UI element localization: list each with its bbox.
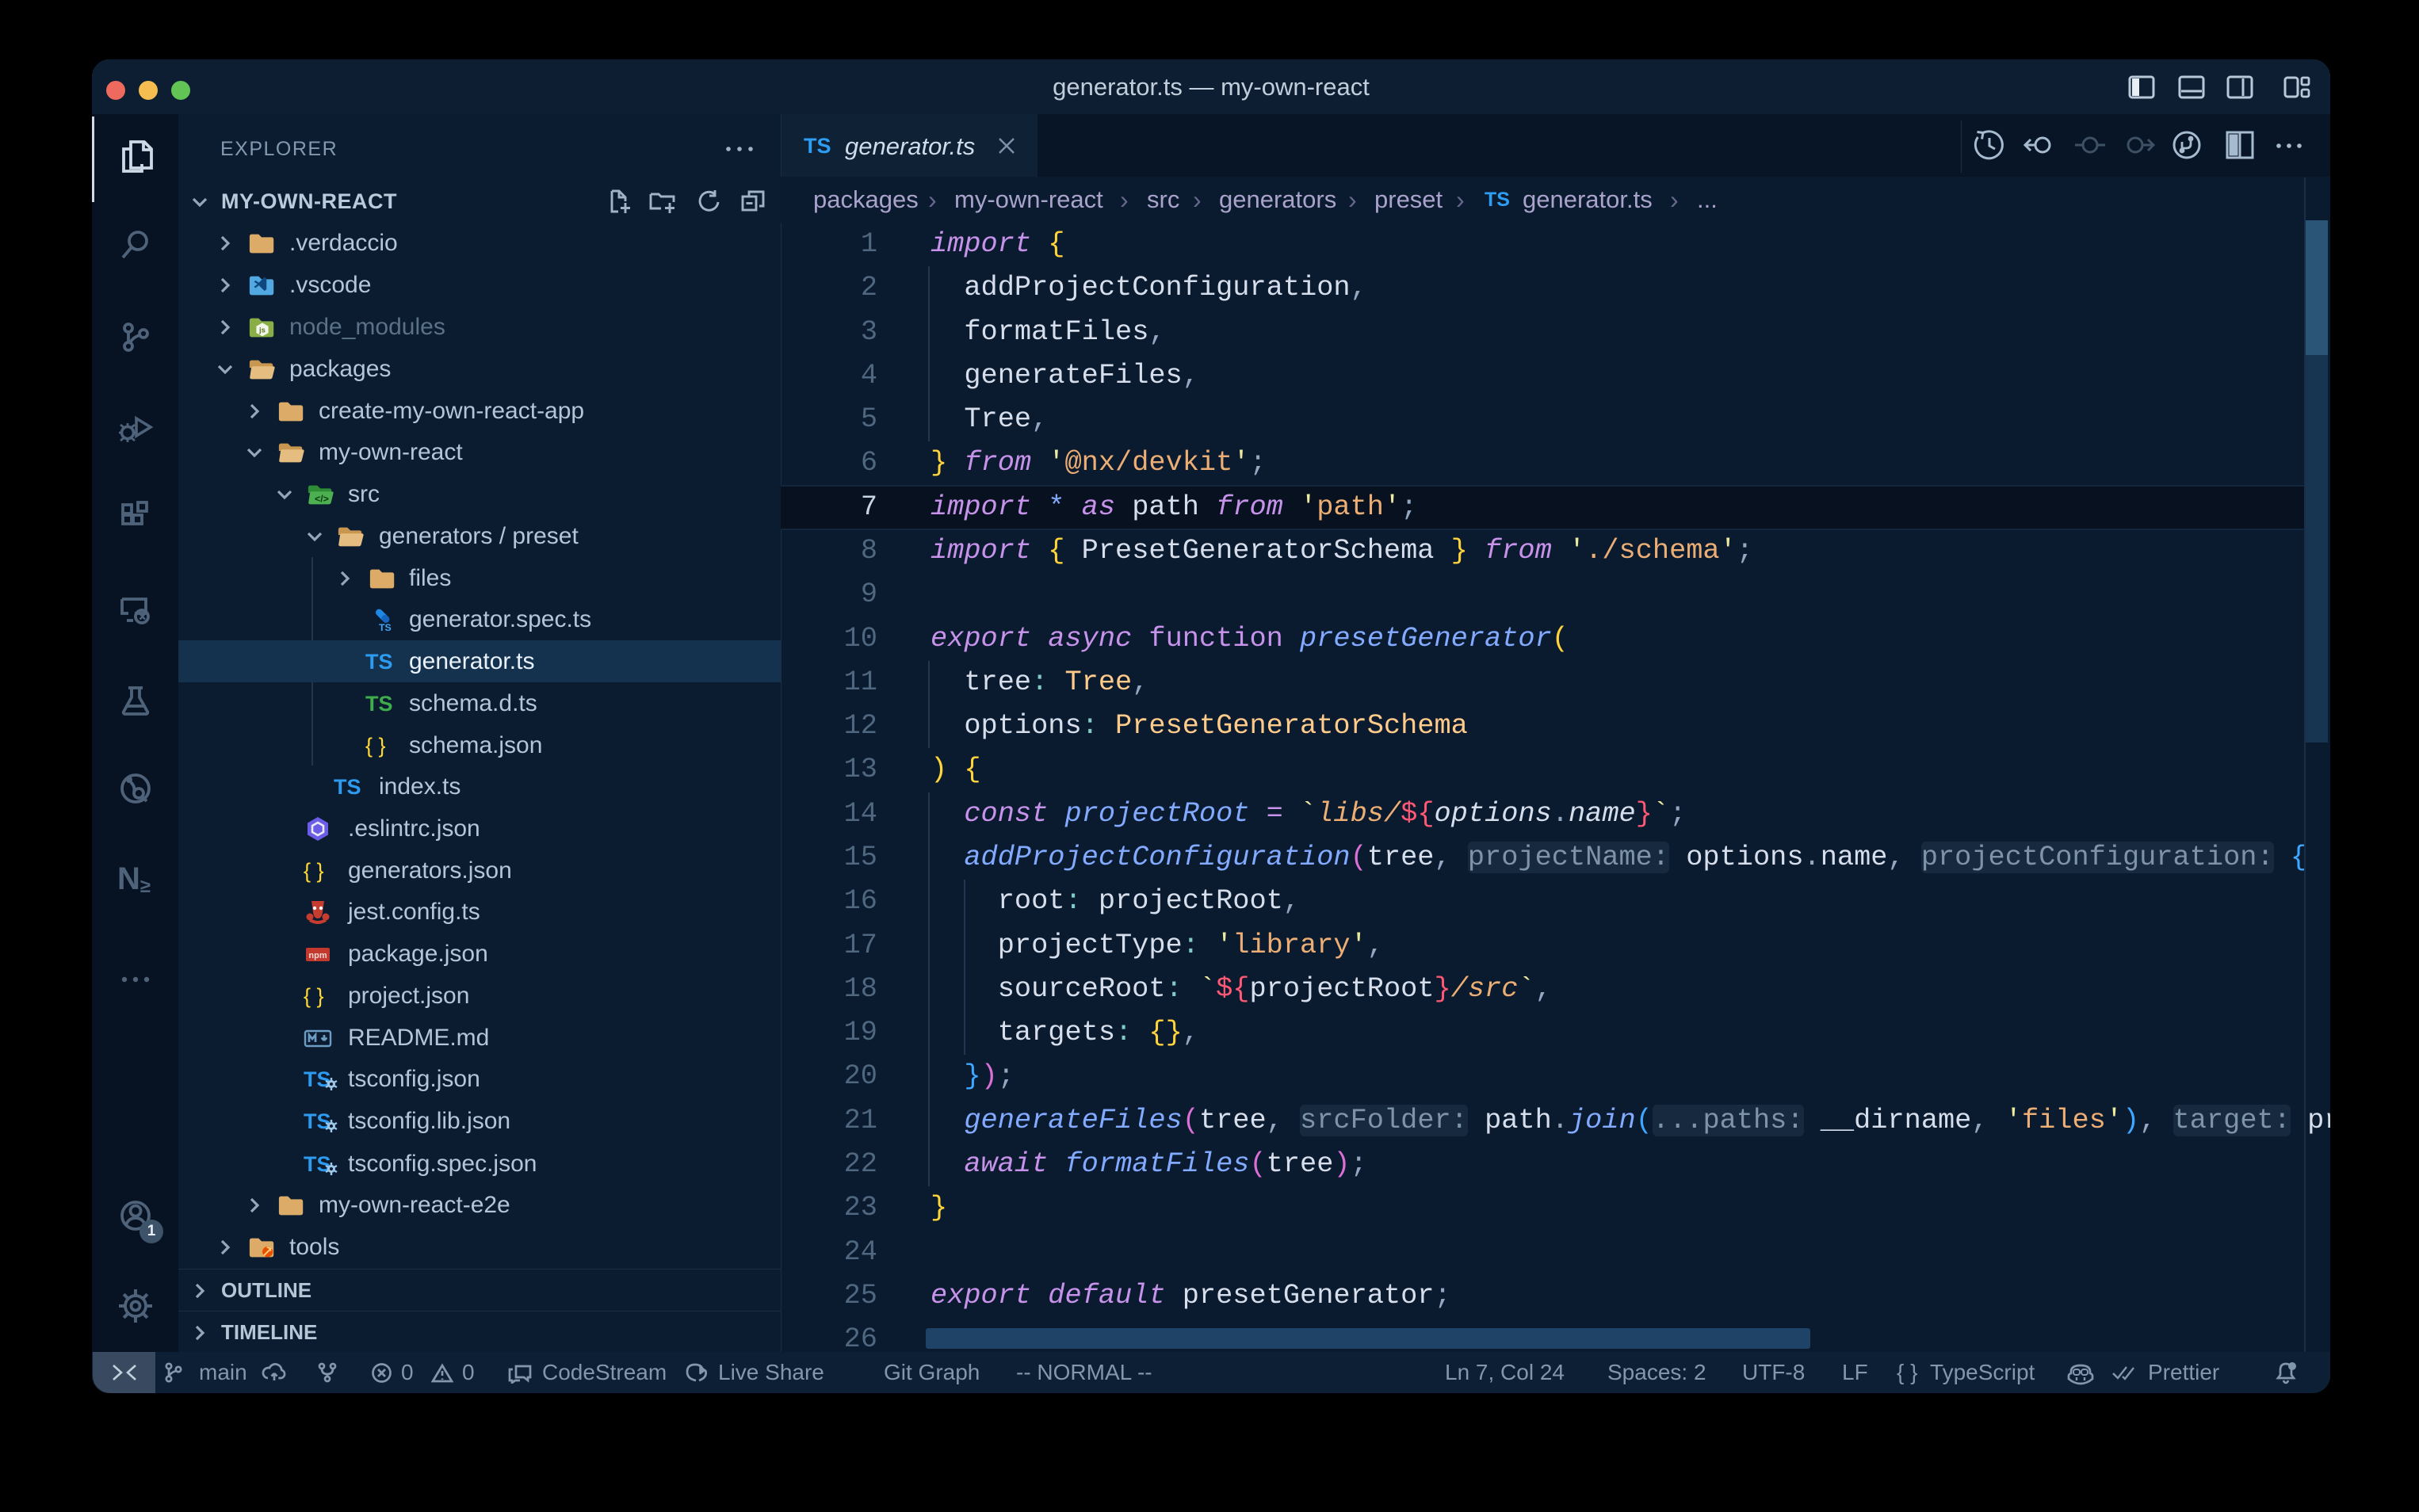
svg-text:js: js: [258, 326, 266, 335]
svg-text:</>: </>: [315, 493, 329, 504]
svg-text:npm: npm: [308, 951, 327, 960]
svg-text:TS: TS: [379, 622, 392, 633]
